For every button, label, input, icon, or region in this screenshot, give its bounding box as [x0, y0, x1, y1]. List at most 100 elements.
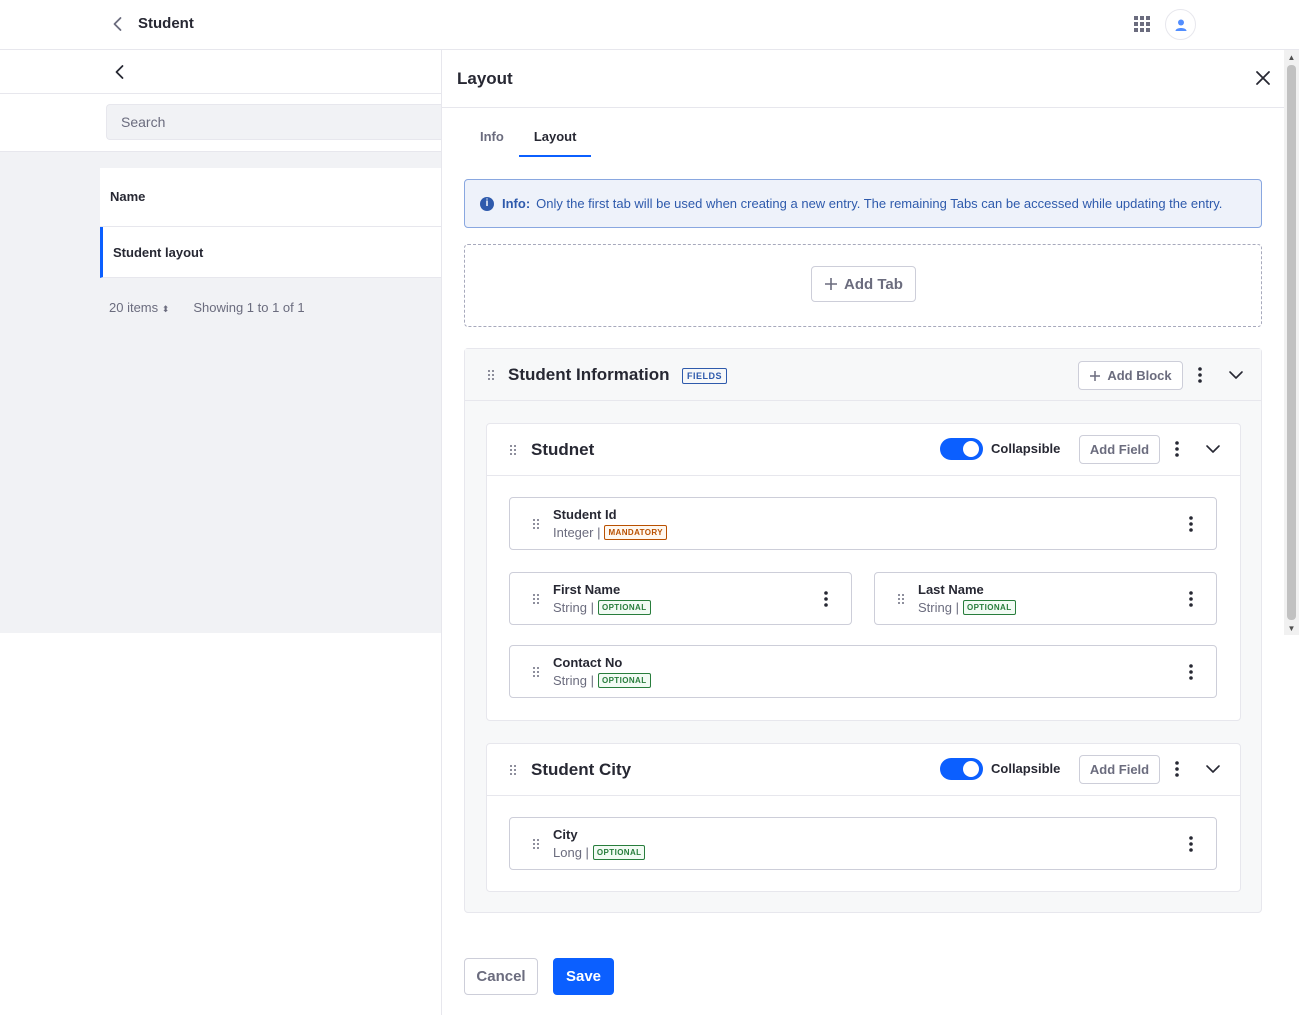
items-per-page-label: 20 items: [109, 300, 159, 315]
field-meta: String | OPTIONAL: [553, 600, 651, 615]
layouts-table: Name Student layout: [100, 168, 442, 278]
scrollbar-thumb[interactable]: [1287, 65, 1296, 620]
kebab-icon[interactable]: [1167, 439, 1187, 459]
tab-panel-title: Student Information: [508, 365, 670, 384]
scroll-up-icon[interactable]: ▲: [1287, 53, 1296, 62]
field-name: Contact No: [553, 655, 623, 670]
user-avatar[interactable]: [1165, 9, 1196, 40]
modal-footer: Cancel Save: [464, 958, 614, 995]
field-meta: Long | OPTIONAL: [553, 845, 646, 860]
modal-scrollbar[interactable]: ▲ ▼: [1284, 50, 1299, 635]
drag-handle-icon[interactable]: [508, 763, 518, 777]
field-type: String |: [553, 673, 594, 688]
tab-layout[interactable]: Layout: [518, 120, 592, 157]
optional-badge: OPTIONAL: [592, 845, 646, 860]
add-tab-label: Add Tab: [844, 275, 903, 293]
kebab-icon[interactable]: [1190, 365, 1210, 385]
field-meta: String | OPTIONAL: [918, 600, 1016, 615]
optional-badge: OPTIONAL: [597, 600, 651, 615]
modal-header: Layout: [442, 50, 1284, 108]
field-meta: Integer | MANDATORY: [553, 525, 668, 540]
page-title: Student: [138, 15, 194, 32]
optional-badge: OPTIONAL: [962, 600, 1016, 615]
add-tab-dropzone: Add Tab: [464, 244, 1262, 327]
field-name: City: [553, 827, 578, 842]
modal-tabs: Info Layout: [465, 120, 592, 157]
drag-handle-icon[interactable]: [531, 665, 541, 679]
modal-title: Layout: [457, 69, 513, 88]
field-type: Long |: [553, 845, 589, 860]
save-button[interactable]: Save: [553, 958, 614, 995]
block-title: Studnet: [531, 440, 595, 459]
info-alert-label: Info:: [502, 196, 531, 211]
field-type: String |: [553, 600, 594, 615]
optional-badge: OPTIONAL: [597, 673, 651, 688]
kebab-icon[interactable]: [1181, 662, 1201, 682]
chevron-down-icon[interactable]: [1203, 759, 1223, 779]
block-student-city: Student City Collapsible Add Field City: [486, 743, 1241, 892]
field-card[interactable]: City Long | OPTIONAL: [509, 817, 1217, 870]
tab-info[interactable]: Info: [465, 120, 519, 157]
background-page: Search Name Student layout 20 items ⬍ Sh…: [0, 50, 442, 1015]
apps-grid-icon[interactable]: [1133, 15, 1151, 33]
chevron-down-icon[interactable]: [1226, 365, 1246, 385]
search-input[interactable]: Search: [106, 104, 442, 140]
add-block-label: Add Block: [1107, 368, 1172, 383]
drag-handle-icon[interactable]: [531, 837, 541, 851]
block-title: Student City: [531, 760, 632, 779]
collapsible-label: Collapsible: [991, 761, 1061, 776]
app-header: Student: [0, 0, 1299, 50]
chevron-down-icon[interactable]: [1203, 439, 1223, 459]
plus-icon: [825, 278, 838, 290]
kebab-icon[interactable]: [1181, 514, 1201, 534]
block-studnet: Studnet Collapsible Add Field Student Id: [486, 423, 1241, 721]
field-card[interactable]: First Name String | OPTIONAL: [509, 572, 852, 625]
caret-double-icon: ⬍: [161, 304, 170, 314]
pagination: 20 items ⬍ Showing 1 to 1 of 1: [109, 300, 305, 315]
collapsible-label: Collapsible: [991, 441, 1061, 456]
items-per-page-select[interactable]: 20 items ⬍: [109, 300, 169, 315]
field-card[interactable]: Student Id Integer | MANDATORY: [509, 497, 1217, 550]
chevron-left-icon[interactable]: [108, 14, 128, 34]
pagination-results: Showing 1 to 1 of 1: [193, 300, 305, 315]
field-name: Student Id: [553, 507, 617, 522]
field-type: String |: [918, 600, 959, 615]
drag-handle-icon[interactable]: [531, 517, 541, 531]
fields-badge: FIELDS: [682, 368, 728, 384]
add-block-button[interactable]: Add Block: [1078, 361, 1183, 390]
collapsible-toggle[interactable]: [940, 758, 983, 780]
drag-handle-icon[interactable]: [531, 592, 541, 606]
search-bar-container: Search: [0, 94, 442, 152]
add-field-button[interactable]: Add Field: [1079, 435, 1160, 464]
chevron-left-icon[interactable]: [110, 62, 130, 82]
kebab-icon[interactable]: [816, 589, 836, 609]
plus-icon: [1090, 370, 1101, 381]
field-name: Last Name: [918, 582, 984, 597]
field-meta: String | OPTIONAL: [553, 673, 651, 688]
info-alert: i Info: Only the first tab will be used …: [464, 179, 1262, 228]
user-icon: [1175, 19, 1186, 31]
kebab-icon[interactable]: [1181, 589, 1201, 609]
column-header-name[interactable]: Name: [100, 168, 442, 227]
cancel-button[interactable]: Cancel: [464, 958, 538, 995]
kebab-icon[interactable]: [1181, 834, 1201, 854]
info-alert-text: Only the first tab will be used when cre…: [536, 196, 1223, 211]
block-header: Studnet Collapsible Add Field: [487, 424, 1240, 476]
field-card[interactable]: Last Name String | OPTIONAL: [874, 572, 1217, 625]
add-tab-button[interactable]: Add Tab: [811, 266, 916, 302]
field-type: Integer |: [553, 525, 601, 540]
info-circle-icon: i: [480, 196, 494, 211]
layout-modal: Layout Info Layout i Info: Only the firs…: [441, 50, 1284, 1015]
table-row[interactable]: Student layout: [100, 227, 442, 278]
collapsible-toggle[interactable]: [940, 438, 983, 460]
kebab-icon[interactable]: [1167, 759, 1187, 779]
close-icon[interactable]: [1252, 67, 1274, 89]
add-field-button[interactable]: Add Field: [1079, 755, 1160, 784]
field-card[interactable]: Contact No String | OPTIONAL: [509, 645, 1217, 698]
drag-handle-icon[interactable]: [508, 443, 518, 457]
drag-handle-icon[interactable]: [486, 368, 496, 382]
mandatory-badge: MANDATORY: [604, 525, 668, 540]
drag-handle-icon[interactable]: [896, 592, 906, 606]
sub-navigation: [0, 50, 442, 94]
scroll-down-icon[interactable]: ▼: [1287, 624, 1296, 633]
